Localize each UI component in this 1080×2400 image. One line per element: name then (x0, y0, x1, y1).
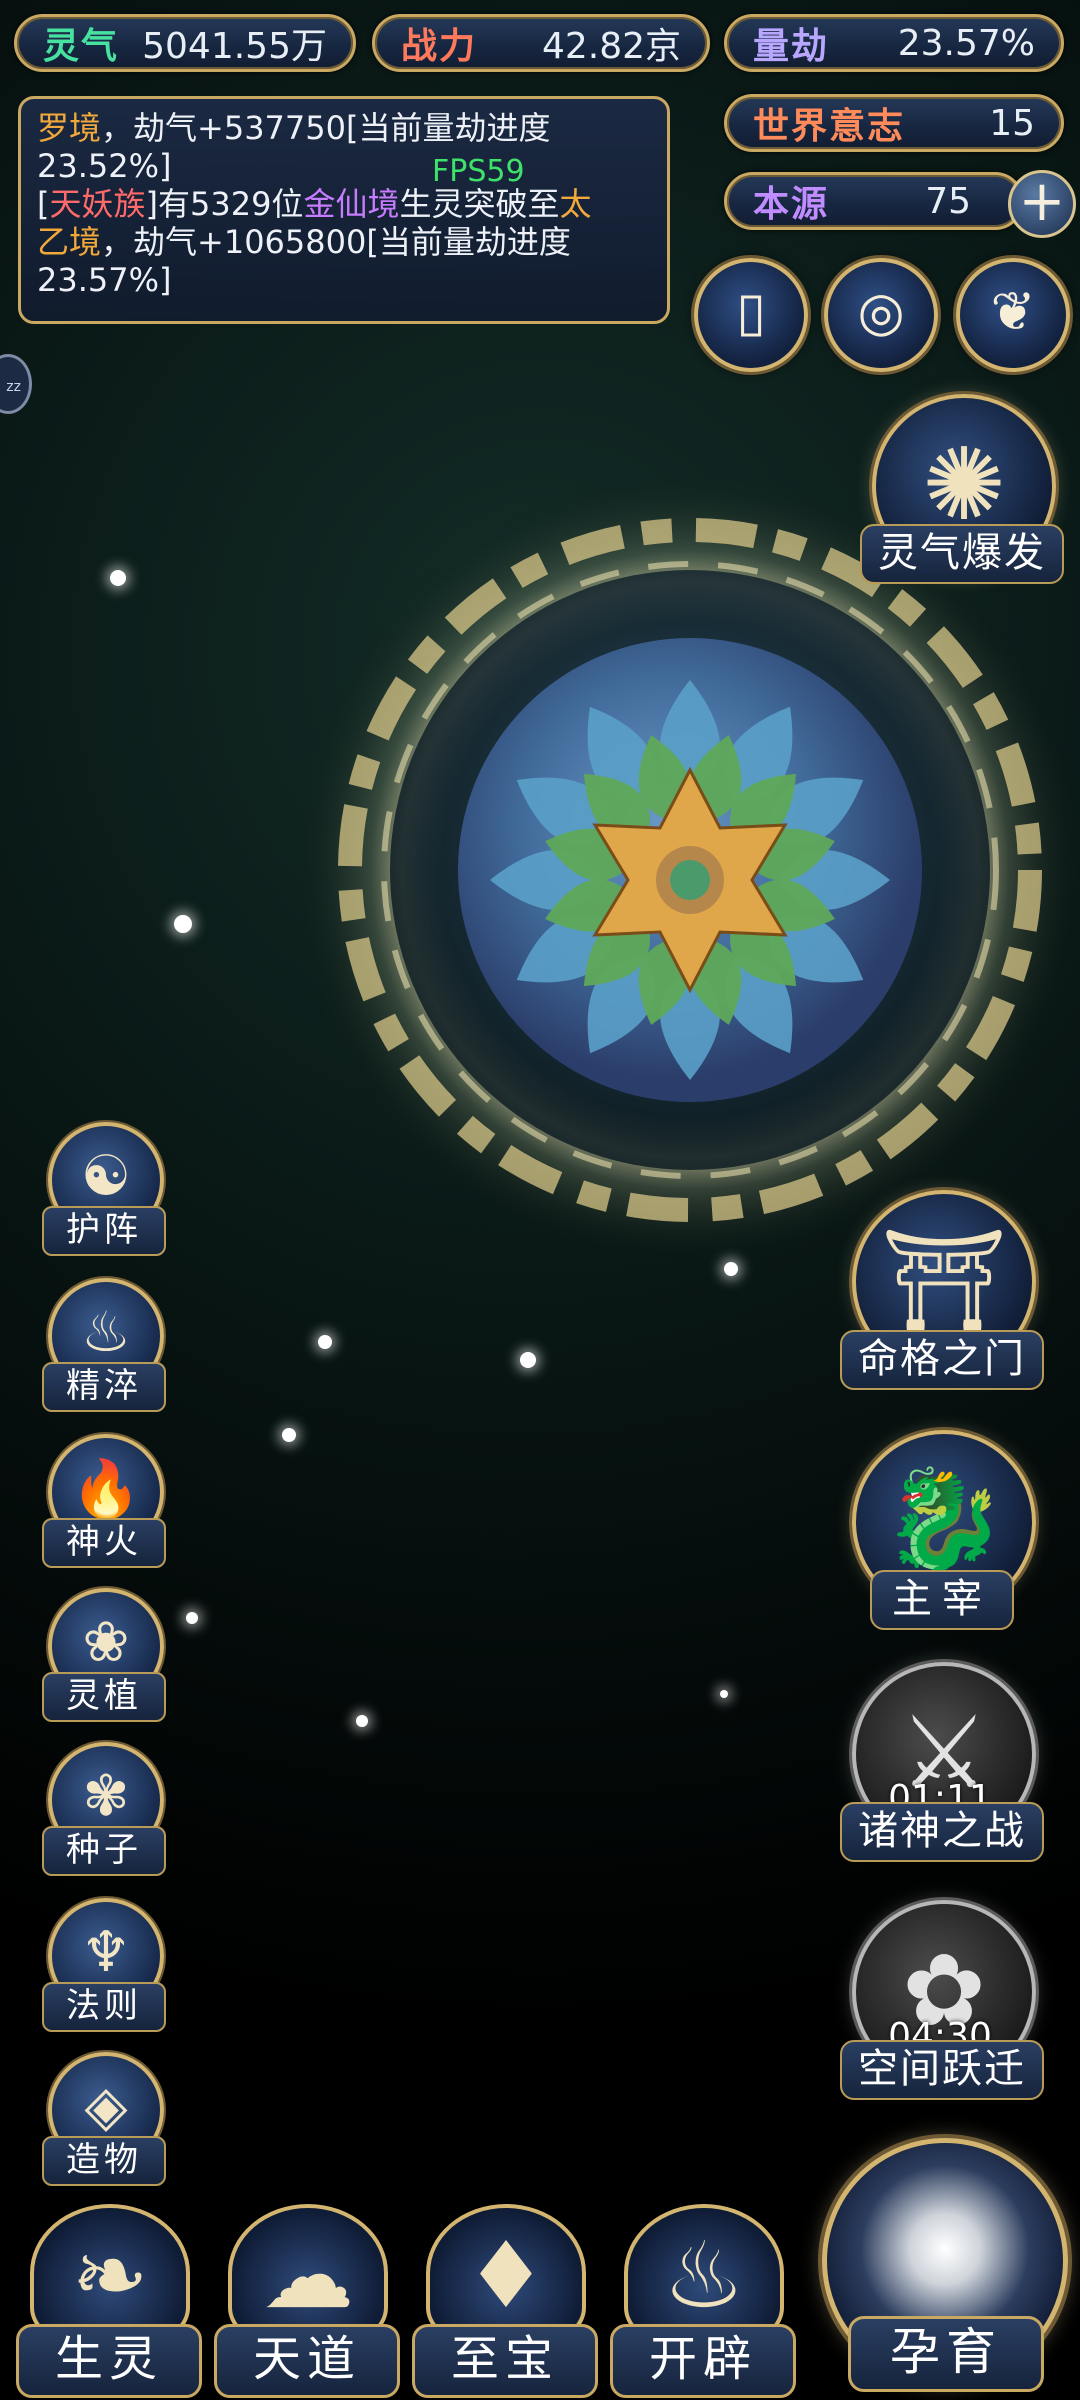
nav-zhibao[interactable]: ♦ 至宝 (412, 2204, 598, 2398)
nav-shengling[interactable]: ❧ 生灵 (16, 2204, 202, 2398)
log-line-4: 乙境，劫气+1065800[当前量劫进度 (37, 223, 651, 261)
law-icon: ♆ (80, 1920, 132, 1985)
stat-shijie-yizhi[interactable]: 世界意志 15 (724, 94, 1064, 152)
stat-zhanli-value: 42.82京 (541, 26, 681, 67)
log-realm-target: 乙境 (37, 223, 102, 261)
stat-lingqi: 灵气 5041.55万 (14, 14, 356, 72)
lingqi-baofa-label: 灵气爆发 (860, 524, 1064, 584)
card-icon: ▯ (736, 280, 766, 343)
stat-liangjie-label: 量劫 (753, 25, 830, 67)
stat-lingqi-value: 5041.55万 (142, 26, 327, 67)
treasure-icon: ♦ (464, 2222, 548, 2329)
sidebar-item-label: 护阵 (42, 1206, 166, 1256)
sidebar-item-faze[interactable]: ♆ 法则 (38, 1898, 168, 2032)
sidebar-item-label: 神火 (42, 1518, 166, 1568)
create-icon: ◈ (84, 2074, 128, 2139)
sidebar-item-label: 造物 (42, 2136, 166, 2186)
log-race: 天妖族 (49, 185, 146, 223)
log-text: ，劫气+1065800[当前量劫进度 (101, 223, 571, 261)
log-text: ]有5329位 (145, 185, 304, 223)
nav-tiandao[interactable]: ☁ 天道 (214, 2204, 400, 2398)
stat-zhanli-label: 战力 (401, 25, 478, 67)
stat-zhanli: 战力 42.82京 (372, 14, 710, 72)
log-line-3: [天妖族]有5329位金仙境生灵突破至太 (37, 185, 651, 223)
refine-icon: ♨ (80, 1300, 132, 1365)
dragon-icon: 🐉 (881, 1462, 1007, 1579)
portal-swirl-button[interactable]: ◎ (824, 258, 938, 372)
cloud-icon: ☁ (262, 2222, 354, 2329)
side-collapse-button[interactable]: zz (0, 354, 32, 414)
sidebar-item-label: 精淬 (42, 1362, 166, 1412)
cloud-icon-crest: ☁ (228, 2204, 388, 2342)
yunyu-label: 孕育 (848, 2316, 1044, 2392)
sidebar-item-zaowu[interactable]: ◈ 造物 (38, 2052, 168, 2186)
nav-label: 开辟 (610, 2324, 796, 2398)
zhushen-war-button[interactable]: ⚔ 01:11 诸神之战 (840, 1662, 1044, 1862)
sidebar-item-huzhen[interactable]: ☯ 护阵 (38, 1122, 168, 1256)
stat-liangjie-value: 23.57% (897, 22, 1035, 64)
yin-yang-icon: ☯ (80, 1144, 132, 1209)
sidebar-item-jingcui[interactable]: ♨ 精淬 (38, 1278, 168, 1412)
mingge-gate-label: 命格之门 (840, 1330, 1044, 1390)
event-log: 罗境，劫气+537750[当前量劫进度 23.52%] [天妖族]有5329位金… (18, 96, 670, 324)
stat-liangjie[interactable]: 量劫 23.57% (724, 14, 1064, 72)
plant-icon: ❀ (82, 1610, 130, 1675)
nav-label: 天道 (214, 2324, 400, 2398)
sidebar-item-shenhuo[interactable]: 🔥 神火 (38, 1434, 168, 1568)
cleave-icon-crest: ♨ (624, 2204, 784, 2342)
portal-swirl-icon: ◎ (857, 280, 905, 343)
yunyu-button[interactable]: 孕育 (818, 2130, 1068, 2392)
zhuzai-label: 主宰 (870, 1570, 1014, 1630)
lingqi-baofa-button[interactable]: ✺ 灵气爆发 (860, 394, 1064, 594)
stat-shijie-yizhi-value: 15 (989, 102, 1035, 144)
phoenix-icon-crest: ❧ (30, 2204, 190, 2342)
flame-icon: 🔥 (71, 1457, 141, 1522)
nav-kaipi[interactable]: ♨ 开辟 (610, 2204, 796, 2398)
scroll-icon: ❦ (990, 280, 1036, 343)
log-bracket: [ (37, 185, 50, 223)
seed-icon: ✾ (82, 1764, 130, 1829)
nav-label: 至宝 (412, 2324, 598, 2398)
card-button[interactable]: ▯ (694, 258, 808, 372)
nav-label: 生灵 (16, 2324, 202, 2398)
log-line-5: 23.57%] (37, 261, 172, 299)
zhushen-war-label: 诸神之战 (840, 1802, 1044, 1862)
fps-counter: FPS59 (432, 154, 525, 189)
sidebar-item-label: 种子 (42, 1826, 166, 1876)
stat-lingqi-label: 灵气 (43, 25, 120, 67)
log-realm-target: 太 (559, 185, 592, 223)
cleave-icon: ♨ (662, 2222, 746, 2329)
stat-benyuan-value: 75 (925, 180, 971, 222)
stat-shijie-yizhi-label: 世界意志 (753, 105, 906, 147)
log-line-1: 罗境，劫气+537750[当前量劫进度 (37, 109, 651, 147)
space-jump-label: 空间跃迁 (840, 2040, 1044, 2100)
zhuzai-button[interactable]: 🐉 主宰 (840, 1430, 1040, 1630)
space-jump-button[interactable]: ✿ 04:30 空间跃迁 (840, 1900, 1044, 2100)
stat-benyuan: 本源 75 (724, 172, 1024, 230)
sidebar-item-lingzhi[interactable]: ❀ 灵植 (38, 1588, 168, 1722)
stat-benyuan-label: 本源 (753, 183, 830, 225)
treasure-icon-crest: ♦ (426, 2204, 586, 2342)
log-line-2: 23.52%] (37, 147, 172, 185)
add-benyuan-button[interactable]: + (1008, 170, 1076, 238)
log-text: ，劫气+537750[当前量劫进度 (101, 109, 551, 147)
log-realm: 金仙境 (303, 185, 400, 223)
sidebar-item-label: 灵植 (42, 1672, 166, 1722)
log-location: 罗境 (37, 109, 102, 147)
phoenix-icon: ❧ (71, 2222, 149, 2329)
scroll-button[interactable]: ❦ (956, 258, 1070, 372)
log-text: 生灵突破至 (399, 185, 560, 223)
mingge-gate-button[interactable]: ⛩ 命格之门 (840, 1190, 1044, 1390)
gate-icon: ⛩ (880, 1222, 1008, 1339)
sidebar-item-label: 法则 (42, 1982, 166, 2032)
sidebar-item-zhongzi[interactable]: ✾ 种子 (38, 1742, 168, 1876)
